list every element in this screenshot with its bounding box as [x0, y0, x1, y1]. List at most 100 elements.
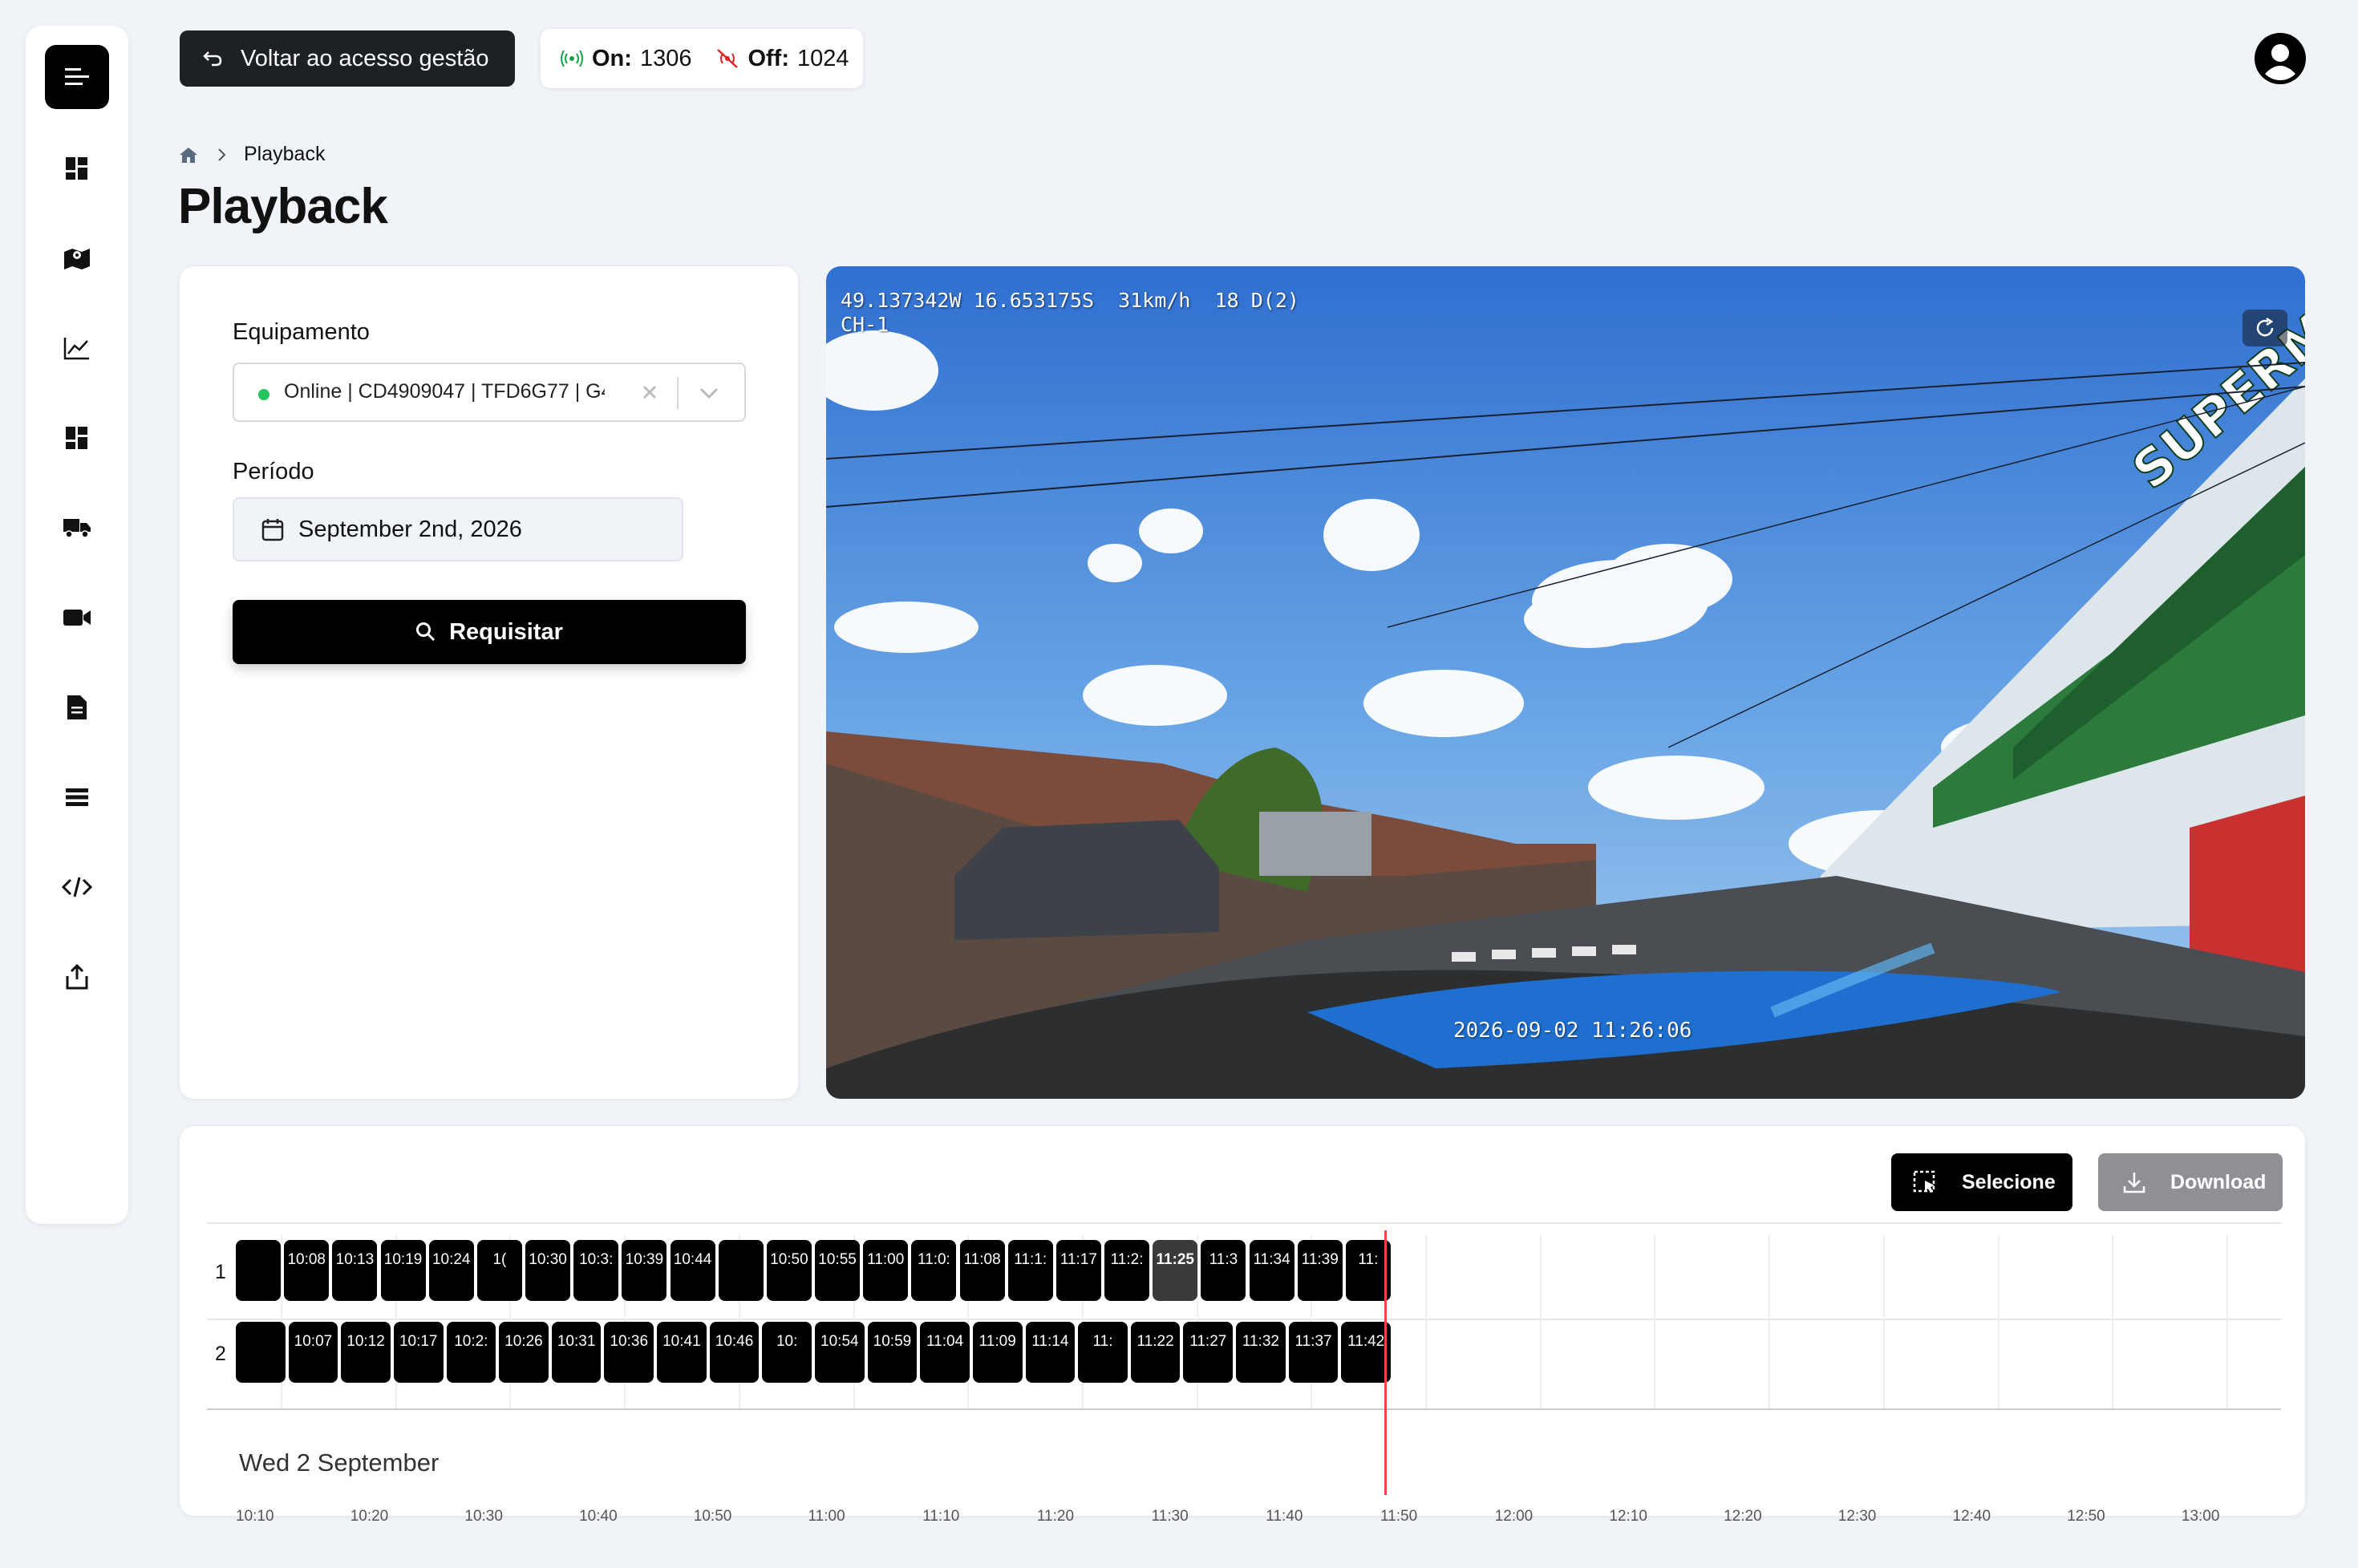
timeline-axis: [207, 1408, 2281, 1410]
sidebar-item-vehicles[interactable]: [58, 508, 96, 547]
recording-segment[interactable]: [236, 1322, 286, 1383]
select-divider: [677, 377, 679, 409]
recording-segment[interactable]: 10:31: [551, 1322, 602, 1383]
chevron-down-icon[interactable]: [693, 377, 725, 409]
video-player[interactable]: SUPERMERCADO 49.137342W 16.653175S 31km/…: [826, 266, 2305, 1099]
timeline-gridline: [1654, 1235, 1656, 1408]
sidebar-item-export[interactable]: [58, 958, 96, 996]
recording-segment[interactable]: 11:0:: [911, 1240, 957, 1301]
timeline-gridline: [2112, 1235, 2114, 1408]
sidebar-item-list[interactable]: [58, 778, 96, 816]
recording-segment[interactable]: 10:59: [867, 1322, 918, 1383]
clear-icon[interactable]: [635, 377, 664, 407]
select-button-label: Selecione: [1962, 1170, 2056, 1193]
recording-segment[interactable]: 11:1:: [1007, 1240, 1053, 1301]
period-date-picker[interactable]: September 2nd, 2026: [233, 497, 683, 561]
sidebar-item-dashboard[interactable]: [58, 149, 96, 188]
request-button[interactable]: Requisitar: [233, 600, 746, 664]
timeline-tick-label: 12:20: [1724, 1508, 1762, 1525]
recording-segment[interactable]: 10:26: [499, 1322, 549, 1383]
playback-form-card: Equipamento Online | CD4909047 | TFD6G77…: [180, 266, 798, 1099]
timeline-tick-label: 11:30: [1151, 1508, 1189, 1525]
recording-segment[interactable]: 10:54: [815, 1322, 865, 1383]
recording-segment[interactable]: 10:55: [815, 1240, 861, 1301]
online-status-dot: [258, 389, 269, 400]
video-frame: SUPERMERCADO: [826, 266, 2305, 1099]
home-icon[interactable]: [178, 146, 199, 164]
select-range-button[interactable]: Selecione: [1891, 1153, 2072, 1211]
timeline-tick-label: 12:40: [1952, 1508, 1991, 1525]
recording-segment[interactable]: 11:27: [1183, 1322, 1234, 1383]
sidebar-item-dashboard-alt[interactable]: [58, 419, 96, 457]
recording-segment[interactable]: 1(: [476, 1240, 522, 1301]
reload-video-button[interactable]: [2243, 310, 2287, 346]
recording-segment[interactable]: 11:32: [1236, 1322, 1286, 1383]
recording-segment[interactable]: 11:08: [959, 1240, 1005, 1301]
recording-segment[interactable]: 11:39: [1297, 1240, 1343, 1301]
recording-segment[interactable]: 10:41: [657, 1322, 707, 1383]
recording-segment[interactable]: 10:19: [380, 1240, 426, 1301]
recording-segment[interactable]: 11:14: [1025, 1322, 1076, 1383]
signal-online-icon: [561, 50, 583, 67]
sidebar: [26, 26, 128, 1224]
playhead-marker[interactable]: [1384, 1230, 1387, 1495]
user-avatar[interactable]: [2254, 32, 2307, 85]
recording-segment[interactable]: 11:37: [1288, 1322, 1339, 1383]
recording-segment[interactable]: [236, 1240, 282, 1301]
sidebar-item-reports[interactable]: [58, 329, 96, 367]
period-label: Período: [233, 459, 314, 484]
recording-segment[interactable]: 11:3: [1201, 1240, 1246, 1301]
timeline-gridline: [2226, 1235, 2228, 1408]
recording-segment[interactable]: 10:3:: [573, 1240, 619, 1301]
recording-segment[interactable]: 10:24: [428, 1240, 474, 1301]
recording-segment[interactable]: 10:50: [766, 1240, 812, 1301]
timeline-tracks[interactable]: 1 2 10:08 10:13 10:19 10:24 1(10:30 10:3: 10:3…: [207, 1222, 2281, 1525]
recording-segment[interactable]: 10:39: [622, 1240, 667, 1301]
recording-segment[interactable]: 11:: [1078, 1322, 1128, 1383]
recording-segment[interactable]: 11:2:: [1104, 1240, 1150, 1301]
timeline-tick-label: 12:10: [1609, 1508, 1647, 1525]
sidebar-item-api[interactable]: [58, 868, 96, 906]
recording-segment[interactable]: 10:2:: [446, 1322, 496, 1383]
search-icon: [416, 622, 436, 642]
sidebar-item-map[interactable]: [58, 239, 96, 278]
recording-segment[interactable]: 11:17: [1055, 1240, 1101, 1301]
timeline-gridline: [1768, 1235, 1771, 1408]
recording-segment[interactable]: 10:07: [288, 1322, 338, 1383]
timeline-gridline: [1882, 1235, 1885, 1408]
recording-segment[interactable]: 10:44: [670, 1240, 715, 1301]
timeline-top-line: [207, 1222, 2281, 1224]
sidebar-item-video[interactable]: [58, 598, 96, 637]
back-to-management-button[interactable]: Voltar ao acesso gestão: [180, 30, 515, 87]
recording-segment[interactable]: 10:30: [525, 1240, 571, 1301]
timeline-tick-label: 11:20: [1036, 1508, 1075, 1525]
timeline-date-label: Wed 2 September: [239, 1448, 440, 1477]
equipment-select[interactable]: Online | CD4909047 | TFD6G77 | G4: [233, 363, 746, 422]
gps-speed-overlay: 49.137342W 16.653175S 31km/h 18 D(2): [841, 289, 1299, 312]
recording-segment[interactable]: 11:00: [863, 1240, 909, 1301]
recording-segment[interactable]: 10:12: [341, 1322, 391, 1383]
truck-icon: [63, 519, 91, 538]
recording-segment[interactable]: 11:22: [1130, 1322, 1181, 1383]
menu-toggle-button[interactable]: [45, 45, 109, 109]
recording-segment[interactable]: 11:42: [1341, 1322, 1391, 1383]
recording-segment[interactable]: 10:46: [709, 1322, 760, 1383]
recording-segment[interactable]: 10:17: [393, 1322, 444, 1383]
recording-segment[interactable]: 10:: [762, 1322, 812, 1383]
recording-segment[interactable]: 10:13: [332, 1240, 378, 1301]
recording-segment[interactable]: 11:09: [972, 1322, 1023, 1383]
download-button-label: Download: [2170, 1170, 2267, 1193]
timeline-tick-label: 10:40: [579, 1508, 618, 1525]
recording-segment[interactable]: [718, 1240, 764, 1301]
request-button-label: Requisitar: [449, 618, 563, 645]
document-icon: [67, 695, 87, 719]
calendar-icon: [261, 519, 284, 541]
sidebar-item-documents[interactable]: [58, 688, 96, 727]
recording-segment[interactable]: 11:04: [920, 1322, 970, 1383]
recording-segment[interactable]: 11:34: [1249, 1240, 1294, 1301]
download-button[interactable]: Download: [2098, 1153, 2283, 1211]
recording-segment[interactable]: 10:36: [604, 1322, 654, 1383]
recording-segment[interactable]: 10:08: [284, 1240, 330, 1301]
timeline-gridline: [1997, 1235, 1999, 1408]
recording-segment-active[interactable]: 11:25: [1153, 1240, 1198, 1301]
